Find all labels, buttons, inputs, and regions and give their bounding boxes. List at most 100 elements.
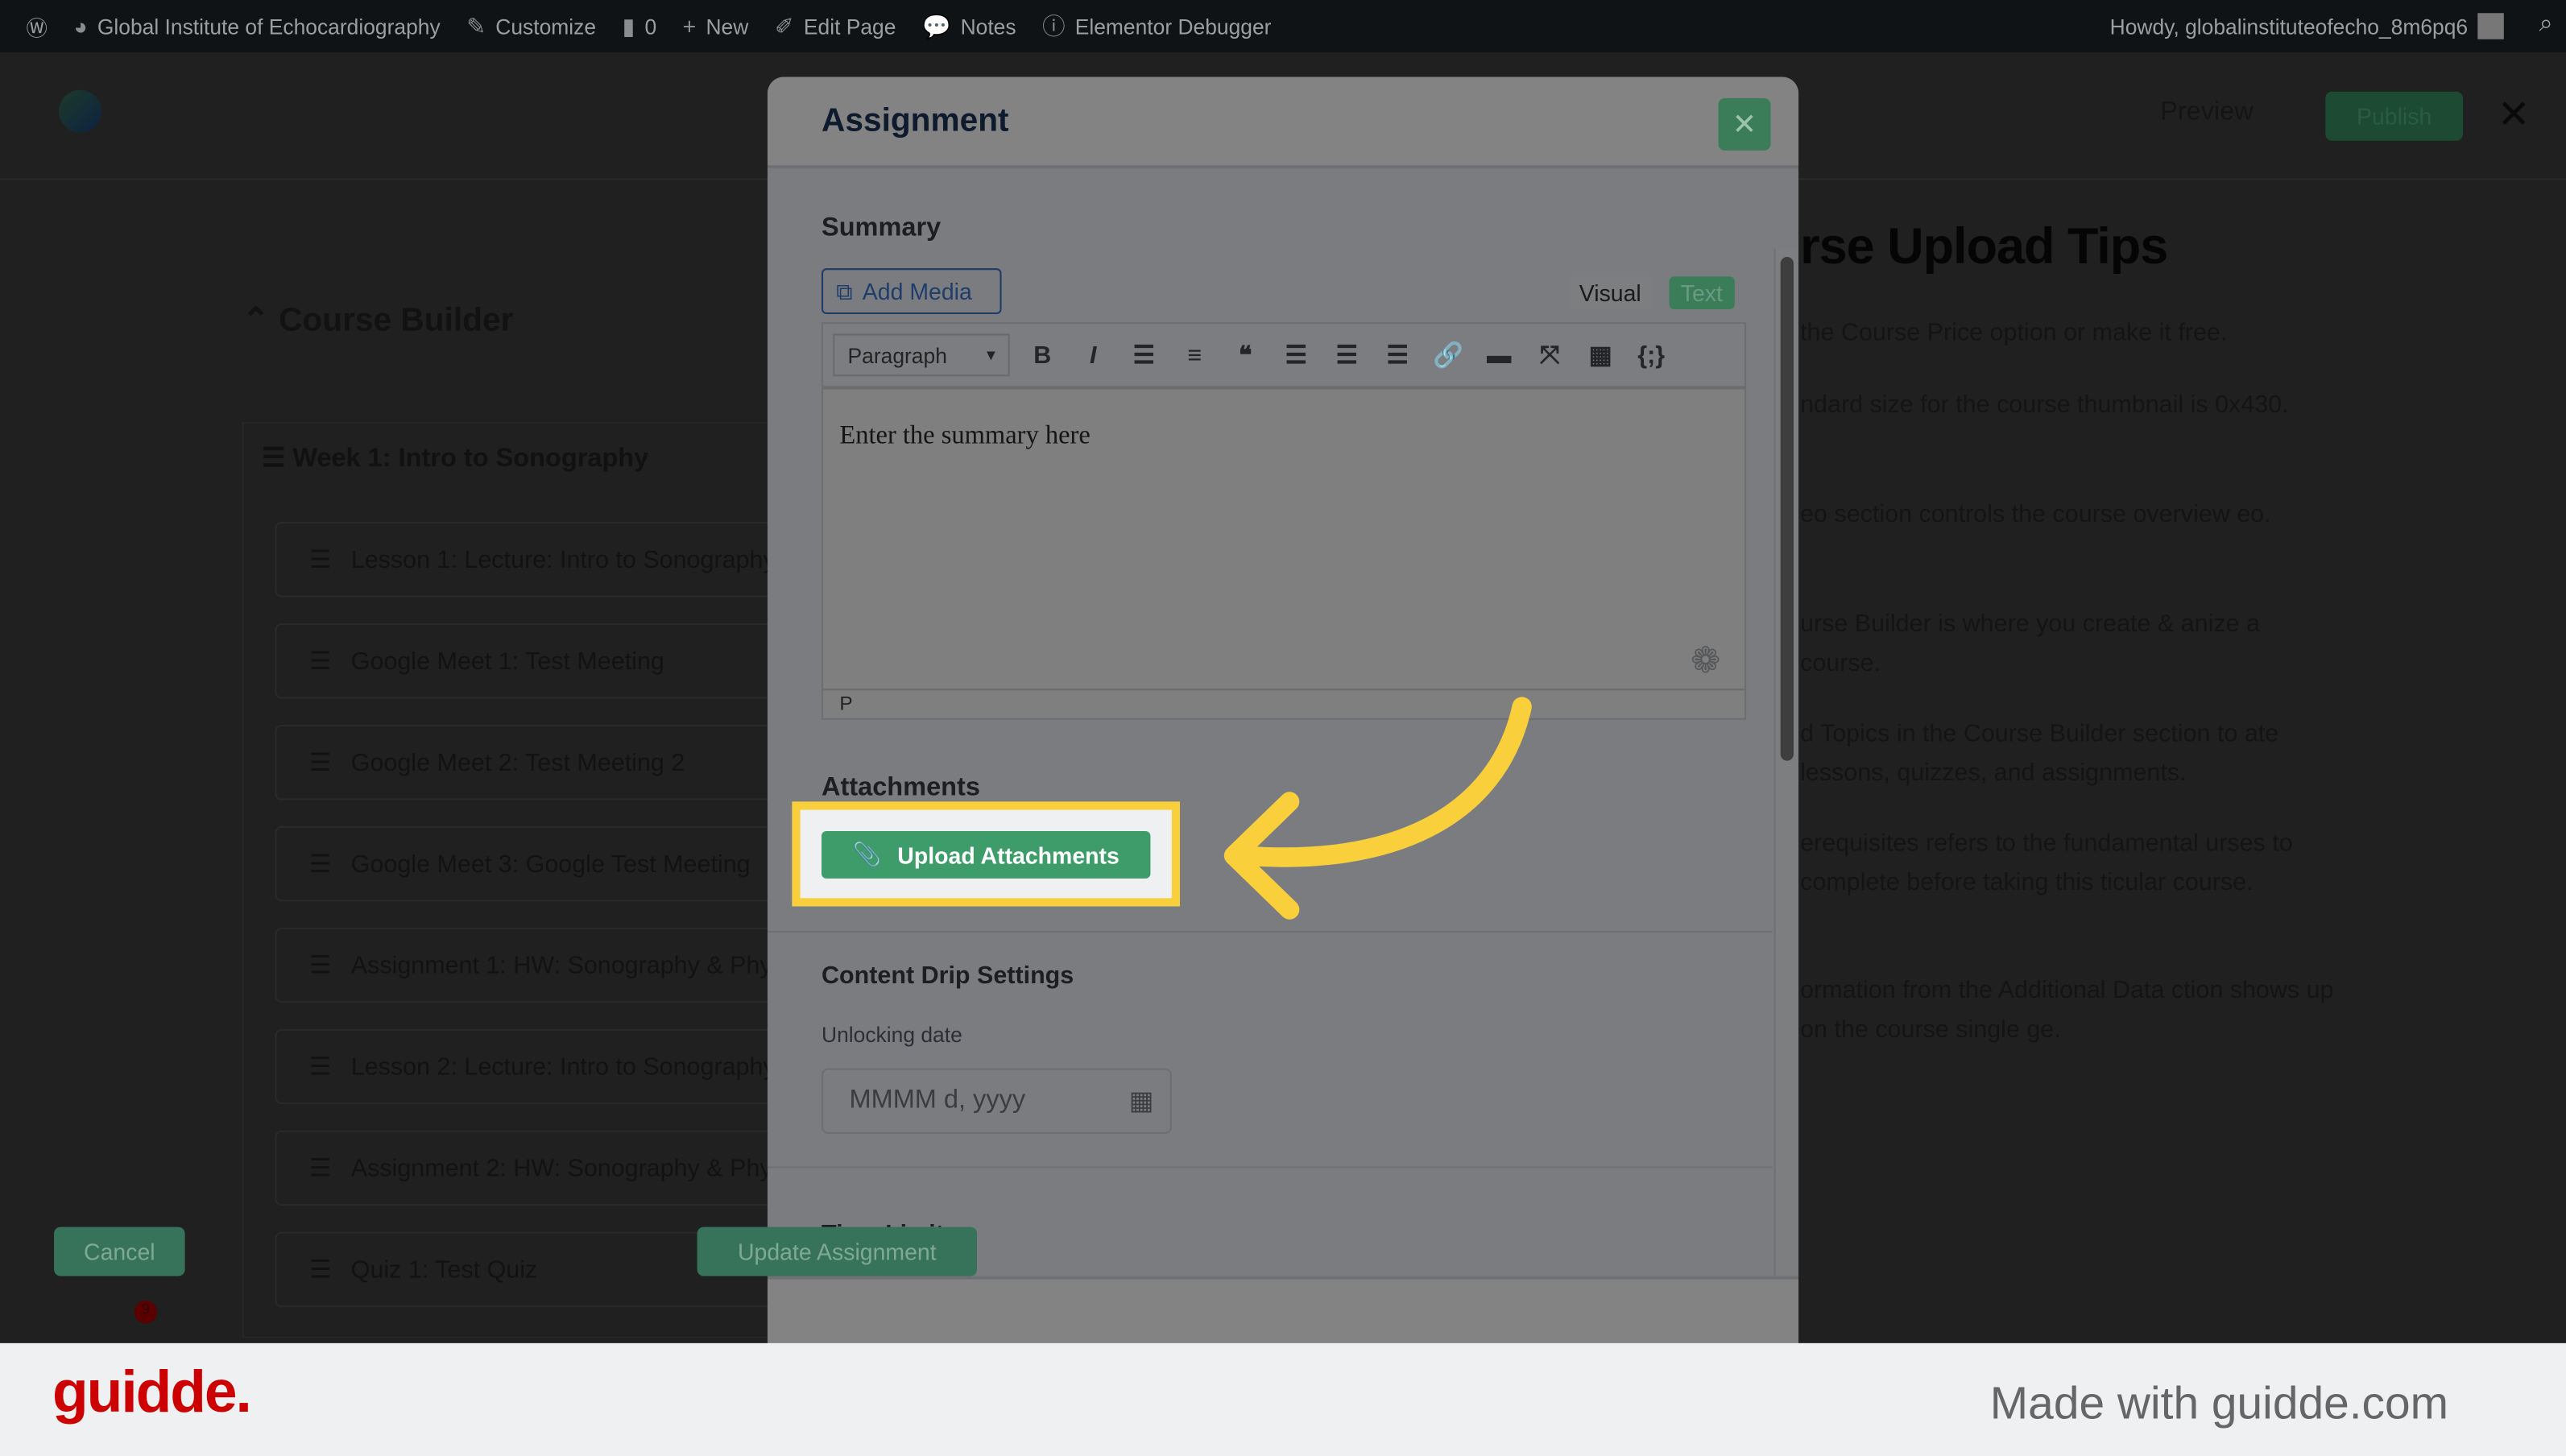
course-item[interactable]: ☰ Assignment 1: HW: Sonography & Physics (275, 927, 783, 1003)
tab-visual[interactable]: Visual (1569, 276, 1651, 309)
drag-handle-icon[interactable]: ☰ (309, 950, 331, 980)
format-select[interactable]: Paragraph ▼ (833, 333, 1010, 377)
link-icon[interactable]: 🔗 (1426, 332, 1471, 378)
new-link[interactable]: + New (683, 13, 749, 39)
made-with-text: Made with guidde.com (1989, 1377, 2449, 1429)
divider (767, 1166, 1773, 1169)
attachments-label: Attachments (822, 773, 980, 802)
calendar-icon[interactable]: ▦ (1129, 1085, 1154, 1118)
modal-title: Assignment (822, 102, 1009, 139)
summary-editor: Paragraph ▼ B I ☰ ≡ ❝ ☰ ☰ ☰ 🔗 ▬ ⤧ ▦ {;} E… (822, 322, 1747, 720)
wordpress-logo-icon[interactable]: Ⓦ (27, 10, 48, 42)
notes-label: Notes (960, 14, 1016, 39)
course-builder-heading[interactable]: ⌃ Course Builder (242, 300, 514, 341)
topic-label: Week 1: Intro to Sonography (292, 445, 649, 474)
drag-handle-icon[interactable]: ☰ (309, 849, 331, 879)
update-assignment-button[interactable]: Update Assignment (697, 1226, 978, 1276)
drag-handle-icon[interactable]: ☰ (309, 1255, 331, 1284)
edit-page-label: Edit Page (803, 14, 896, 39)
tip-item: the Course Price option or make it free. (1800, 319, 2228, 347)
italic-icon[interactable]: I (1070, 332, 1116, 378)
course-item[interactable]: ☰ Lesson 1: Lecture: Intro to Sonography (275, 522, 783, 598)
blockquote-icon[interactable]: ❝ (1223, 332, 1269, 378)
upload-attachments-button[interactable]: 📎 Upload Attachments (822, 831, 1151, 879)
editor-content[interactable]: Enter the summary here (839, 422, 1090, 452)
info-icon: ⓘ (1042, 13, 1066, 39)
debugger-link[interactable]: ⓘ Elementor Debugger (1042, 10, 1271, 43)
comments-link[interactable]: ▮ 0 (623, 12, 657, 40)
read-more-icon[interactable]: ▬ (1476, 332, 1522, 378)
date-placeholder: MMMM d, yyyy (849, 1086, 1026, 1115)
content-drip-label: Content Drip Settings (822, 962, 1074, 991)
account-menu[interactable]: Howdy, globalinstituteofecho_8m6pq6 (2110, 13, 2504, 39)
drag-handle-icon[interactable]: ☰ (309, 1052, 331, 1082)
customize-link[interactable]: ✎ Customize (466, 12, 596, 40)
site-name-link[interactable]: ◕ Global Institute of Echocardiography (73, 13, 440, 39)
tip-item: erequisites refers to the fundamental ur… (1800, 829, 2293, 897)
course-item-label: Lesson 1: Lecture: Intro to Sonography (350, 545, 776, 574)
fullscreen-icon[interactable]: ⤧ (1527, 332, 1573, 378)
course-item-label: Assignment 2: HW: Sonography & Physics (350, 1154, 783, 1182)
guidde-logo: guidde. (52, 1358, 252, 1425)
search-icon[interactable]: ⌕ (2539, 10, 2553, 38)
site-logo (59, 89, 101, 133)
palette-icon: ◕ (73, 13, 88, 39)
tab-text[interactable]: Text (1669, 276, 1735, 309)
close-icon[interactable]: ✕ (2498, 92, 2531, 139)
toolbar-toggle-icon[interactable]: ▦ (1578, 332, 1624, 378)
ai-assistant-icon[interactable]: ❁ (1691, 639, 1720, 682)
scrollbar-thumb[interactable] (1780, 256, 1794, 761)
unlocking-date-input[interactable]: MMMM d, yyyy ▦ (822, 1068, 1172, 1134)
publish-button[interactable]: Publish (2325, 91, 2464, 141)
numbered-list-icon[interactable]: ≡ (1172, 332, 1218, 378)
add-media-label: Add Media (862, 278, 972, 304)
customize-label: Customize (495, 14, 597, 39)
course-item-label: Google Meet 2: Test Meeting 2 (350, 748, 685, 776)
course-item[interactable]: ☰ Google Meet 2: Test Meeting 2 (275, 724, 783, 800)
bullet-list-icon[interactable]: ☰ (1121, 332, 1167, 378)
add-media-button[interactable]: ⧉ Add Media (822, 268, 1002, 315)
debugger-label: Elementor Debugger (1074, 14, 1272, 39)
speech-bubble-icon: 💬 (921, 12, 951, 39)
bold-icon[interactable]: B (1020, 332, 1066, 378)
course-item-label: Lesson 2: Lecture: Intro to Sonography (350, 1053, 776, 1081)
preview-button[interactable]: Preview (2160, 98, 2254, 128)
notification-bubble[interactable]: 9 (65, 1301, 158, 1343)
course-item[interactable]: ☰ Google Meet 1: Test Meeting (275, 623, 783, 699)
tip-item: urse Builder is where you create & anize… (1800, 610, 2261, 678)
cancel-button[interactable]: Cancel (54, 1226, 185, 1276)
notes-link[interactable]: 💬 Notes (922, 12, 1016, 40)
chevron-up-icon: ⌃ (242, 302, 279, 339)
course-builder-title: Course Builder (279, 302, 514, 339)
format-select-value: Paragraph (847, 342, 947, 368)
dropdown-arrow-icon: ▼ (983, 346, 999, 363)
align-center-icon[interactable]: ☰ (1324, 332, 1370, 378)
edit-page-link[interactable]: ✐ Edit Page (775, 12, 896, 40)
drag-handle-icon[interactable]: ☰ (309, 1153, 331, 1183)
upload-attachments-label: Upload Attachments (897, 842, 1120, 868)
course-item[interactable]: ☰ Lesson 2: Lecture: Intro to Sonography (275, 1028, 783, 1105)
align-left-icon[interactable]: ☰ (1273, 332, 1319, 378)
course-item[interactable]: ☰ Assignment 2: HW: Sonography & Physics (275, 1130, 783, 1206)
modal-close-button[interactable]: ✕ (1718, 97, 1771, 151)
site-name: Global Institute of Echocardiography (97, 14, 441, 39)
drag-handle-icon[interactable]: ☰ (309, 544, 331, 575)
summary-label: Summary (822, 214, 942, 242)
course-item-label: Google Meet 3: Google Test Meeting (350, 850, 751, 878)
close-icon: ✕ (1732, 107, 1757, 140)
unlocking-date-label: Unlocking date (822, 1022, 962, 1048)
course-item[interactable]: ☰ Google Meet 3: Google Test Meeting (275, 825, 783, 902)
tip-item: ormation from the Additional Data ction … (1800, 976, 2334, 1044)
align-right-icon[interactable]: ☰ (1375, 332, 1421, 378)
topic-title[interactable]: ☰ Week 1: Intro to Sonography (262, 442, 648, 475)
comment-icon: ▮ (622, 12, 635, 39)
drag-handle-icon[interactable]: ☰ (309, 747, 331, 777)
notification-count: 9 (134, 1301, 158, 1324)
tip-item: ndard size for the course thumbnail is 0… (1800, 391, 2289, 420)
code-icon[interactable]: {;} (1629, 332, 1674, 378)
plus-icon: + (682, 13, 697, 39)
course-item-label: Quiz 1: Test Quiz (350, 1255, 538, 1284)
paperclip-icon: 📎 (852, 841, 881, 867)
drag-handle-icon[interactable]: ☰ (262, 445, 292, 474)
drag-handle-icon[interactable]: ☰ (309, 646, 331, 676)
